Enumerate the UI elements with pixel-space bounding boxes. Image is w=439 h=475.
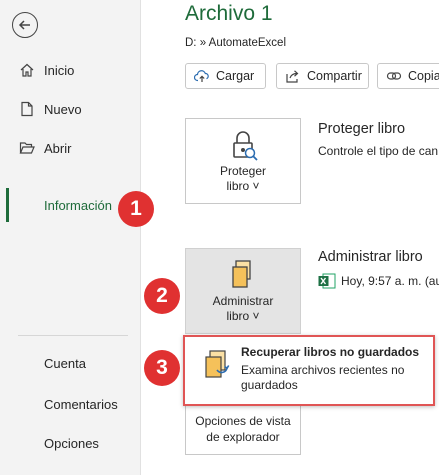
sidebar-item-label: Información [44,197,112,213]
recover-unsaved-desc: Examina archivos recientes no guardados [241,363,405,392]
excel-icon [318,273,336,289]
sidebar-item-open[interactable]: Abrir [18,136,71,160]
protect-section-title: Proteger libro [318,121,406,137]
manage-section-title: Administrar libro [318,249,423,265]
sidebar-item-options[interactable]: Opciones [44,431,99,455]
sidebar-item-home[interactable]: Inicio [18,58,74,82]
sidebar-item-new[interactable]: Nuevo [18,97,82,121]
recover-unsaved-title: Recuperar libros no guardados [241,345,420,359]
file-path: D: » AutomateExcel [185,37,286,49]
share-icon [285,68,301,84]
recover-unsaved-menu-item[interactable]: Recuperar libros no guardados Examina ar… [183,335,435,406]
copy-link-button[interactable]: Copia [377,63,439,89]
copy-link-label: Copia [408,69,439,83]
sidebar-item-label: Nuevo [44,101,82,117]
home-icon [18,61,36,79]
autosave-entry[interactable]: Hoy, 9:57 a. m. (aut [318,273,439,289]
manage-workbook-icon [186,259,300,291]
sidebar-item-label: Abrir [44,140,72,156]
sidebar-item-label: Inicio [44,62,75,78]
manage-workbook-button[interactable]: Administrar libro ˅ [185,248,301,334]
cloud-upload-icon [194,68,210,84]
link-icon [386,68,402,84]
page-title: Archivo 1 [185,2,273,25]
sidebar-item-info[interactable]: Información [44,193,112,217]
folder-open-icon [18,139,36,157]
backstage-sidebar: Inicio Nuevo Abrir Información Cuenta Co… [0,0,141,475]
browser-button-label-2: de explorador [206,430,280,444]
upload-label: Cargar [216,69,255,83]
sidebar-item-account[interactable]: Cuenta [44,351,86,375]
sidebar-item-label: Cuenta [44,355,86,371]
active-indicator [6,188,9,222]
browser-button-label-1: Opciones de vista [195,414,291,428]
sidebar-item-feedback[interactable]: Comentarios [44,392,118,416]
manage-button-label-2: libro ˅ [226,309,260,323]
protect-button-label-1: Proteger [219,164,267,178]
sidebar-item-label: Opciones [44,435,99,451]
back-button[interactable] [12,12,38,38]
recover-unsaved-icon [203,348,231,385]
annotation-badge-1: 1 [118,191,154,227]
protect-workbook-button[interactable]: Proteger libro ˅ [185,118,301,204]
manage-button-label-1: Administrar [212,294,274,308]
sidebar-item-label: Comentarios [44,396,118,412]
autosave-entry-label: Hoy, 9:57 a. m. (aut [341,274,439,288]
share-label: Compartir [307,69,362,83]
back-arrow-icon [18,20,30,30]
sidebar-divider [18,335,128,336]
protect-button-label-2: libro ˅ [226,179,260,193]
lock-icon [186,129,300,161]
share-button[interactable]: Compartir [276,63,369,89]
upload-button[interactable]: Cargar [185,63,266,89]
annotation-badge-3: 3 [144,350,180,386]
annotation-badge-2: 2 [144,278,180,314]
new-document-icon [18,100,36,118]
protect-section-desc: Controle el tipo de can [318,144,439,158]
